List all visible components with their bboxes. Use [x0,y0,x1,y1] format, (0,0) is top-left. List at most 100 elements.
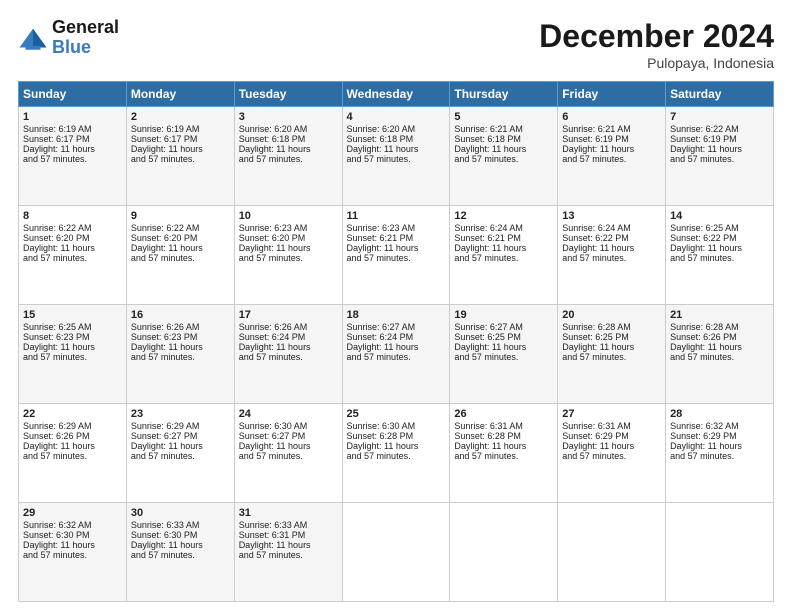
cell-info-line: Sunset: 6:29 PM [562,431,661,441]
cell-info-line: Daylight: 11 hours [562,342,661,352]
cell-info-line: and 57 minutes. [131,550,230,560]
calendar-day-header: Wednesday [342,82,450,107]
calendar-week-row: 8Sunrise: 6:22 AMSunset: 6:20 PMDaylight… [19,206,774,305]
day-number: 21 [670,309,769,321]
cell-info-line: and 57 minutes. [562,154,661,164]
cell-info-line: Sunset: 6:20 PM [23,233,122,243]
day-number: 22 [23,408,122,420]
cell-info-line: Sunrise: 6:23 AM [347,223,446,233]
calendar-cell: 3Sunrise: 6:20 AMSunset: 6:18 PMDaylight… [234,107,342,206]
calendar-cell: 26Sunrise: 6:31 AMSunset: 6:28 PMDayligh… [450,404,558,503]
day-number: 23 [131,408,230,420]
day-number: 30 [131,507,230,519]
day-number: 17 [239,309,338,321]
calendar-cell: 23Sunrise: 6:29 AMSunset: 6:27 PMDayligh… [126,404,234,503]
cell-info-line: Sunrise: 6:32 AM [23,520,122,530]
cell-info-line: and 57 minutes. [131,352,230,362]
cell-info-line: Sunrise: 6:22 AM [23,223,122,233]
cell-info-line: Daylight: 11 hours [670,243,769,253]
calendar-cell: 21Sunrise: 6:28 AMSunset: 6:26 PMDayligh… [666,305,774,404]
cell-info-line: and 57 minutes. [454,154,553,164]
cell-info-line: Sunrise: 6:26 AM [239,322,338,332]
cell-info-line: and 57 minutes. [131,451,230,461]
cell-info-line: Sunrise: 6:21 AM [562,124,661,134]
calendar-cell: 10Sunrise: 6:23 AMSunset: 6:20 PMDayligh… [234,206,342,305]
calendar-cell: 13Sunrise: 6:24 AMSunset: 6:22 PMDayligh… [558,206,666,305]
cell-info-line: Daylight: 11 hours [562,144,661,154]
calendar-day-header: Monday [126,82,234,107]
day-number: 29 [23,507,122,519]
cell-info-line: and 57 minutes. [562,253,661,263]
calendar-cell: 8Sunrise: 6:22 AMSunset: 6:20 PMDaylight… [19,206,127,305]
cell-info-line: Daylight: 11 hours [131,243,230,253]
cell-info-line: and 57 minutes. [23,550,122,560]
cell-info-line: Daylight: 11 hours [454,243,553,253]
calendar-cell [666,503,774,602]
title-block: December 2024 Pulopaya, Indonesia [539,18,774,71]
day-number: 11 [347,210,446,222]
calendar-cell: 6Sunrise: 6:21 AMSunset: 6:19 PMDaylight… [558,107,666,206]
cell-info-line: and 57 minutes. [239,253,338,263]
cell-info-line: Sunrise: 6:32 AM [670,421,769,431]
cell-info-line: Daylight: 11 hours [562,441,661,451]
calendar-cell: 7Sunrise: 6:22 AMSunset: 6:19 PMDaylight… [666,107,774,206]
calendar-cell: 20Sunrise: 6:28 AMSunset: 6:25 PMDayligh… [558,305,666,404]
calendar-cell: 1Sunrise: 6:19 AMSunset: 6:17 PMDaylight… [19,107,127,206]
cell-info-line: Sunset: 6:20 PM [131,233,230,243]
calendar-cell: 11Sunrise: 6:23 AMSunset: 6:21 PMDayligh… [342,206,450,305]
cell-info-line: Sunrise: 6:26 AM [131,322,230,332]
cell-info-line: Sunset: 6:21 PM [347,233,446,243]
cell-info-line: Daylight: 11 hours [239,540,338,550]
day-number: 3 [239,111,338,123]
logo: General Blue [18,18,119,58]
cell-info-line: Daylight: 11 hours [562,243,661,253]
cell-info-line: and 57 minutes. [347,352,446,362]
cell-info-line: Sunrise: 6:20 AM [239,124,338,134]
cell-info-line: Daylight: 11 hours [239,342,338,352]
cell-info-line: Sunrise: 6:33 AM [239,520,338,530]
page-header: General Blue December 2024 Pulopaya, Ind… [18,18,774,71]
cell-info-line: and 57 minutes. [239,352,338,362]
day-number: 4 [347,111,446,123]
calendar-cell: 19Sunrise: 6:27 AMSunset: 6:25 PMDayligh… [450,305,558,404]
cell-info-line: and 57 minutes. [670,451,769,461]
cell-info-line: Daylight: 11 hours [239,144,338,154]
page-title: December 2024 [539,18,774,55]
day-number: 28 [670,408,769,420]
cell-info-line: Sunrise: 6:19 AM [131,124,230,134]
day-number: 31 [239,507,338,519]
day-number: 9 [131,210,230,222]
day-number: 1 [23,111,122,123]
cell-info-line: Sunset: 6:25 PM [562,332,661,342]
cell-info-line: and 57 minutes. [454,253,553,263]
cell-info-line: Sunset: 6:31 PM [239,530,338,540]
logo-blue: Blue [52,38,119,58]
calendar-cell: 22Sunrise: 6:29 AMSunset: 6:26 PMDayligh… [19,404,127,503]
cell-info-line: Sunrise: 6:27 AM [347,322,446,332]
calendar-cell: 5Sunrise: 6:21 AMSunset: 6:18 PMDaylight… [450,107,558,206]
logo-icon [18,25,48,55]
logo-text: General Blue [52,18,119,58]
cell-info-line: Sunset: 6:30 PM [23,530,122,540]
cell-info-line: Daylight: 11 hours [23,342,122,352]
cell-info-line: Daylight: 11 hours [347,441,446,451]
cell-info-line: Daylight: 11 hours [131,144,230,154]
calendar-cell: 14Sunrise: 6:25 AMSunset: 6:22 PMDayligh… [666,206,774,305]
cell-info-line: Sunset: 6:25 PM [454,332,553,342]
cell-info-line: Sunrise: 6:19 AM [23,124,122,134]
day-number: 6 [562,111,661,123]
cell-info-line: and 57 minutes. [239,451,338,461]
cell-info-line: Sunrise: 6:24 AM [562,223,661,233]
cell-info-line: and 57 minutes. [131,253,230,263]
cell-info-line: Sunset: 6:23 PM [131,332,230,342]
calendar-cell: 9Sunrise: 6:22 AMSunset: 6:20 PMDaylight… [126,206,234,305]
calendar-week-row: 22Sunrise: 6:29 AMSunset: 6:26 PMDayligh… [19,404,774,503]
cell-info-line: Sunset: 6:19 PM [670,134,769,144]
calendar-cell: 31Sunrise: 6:33 AMSunset: 6:31 PMDayligh… [234,503,342,602]
cell-info-line: Sunset: 6:17 PM [23,134,122,144]
cell-info-line: Daylight: 11 hours [454,144,553,154]
day-number: 2 [131,111,230,123]
cell-info-line: Sunset: 6:21 PM [454,233,553,243]
cell-info-line: Sunrise: 6:22 AM [131,223,230,233]
day-number: 12 [454,210,553,222]
